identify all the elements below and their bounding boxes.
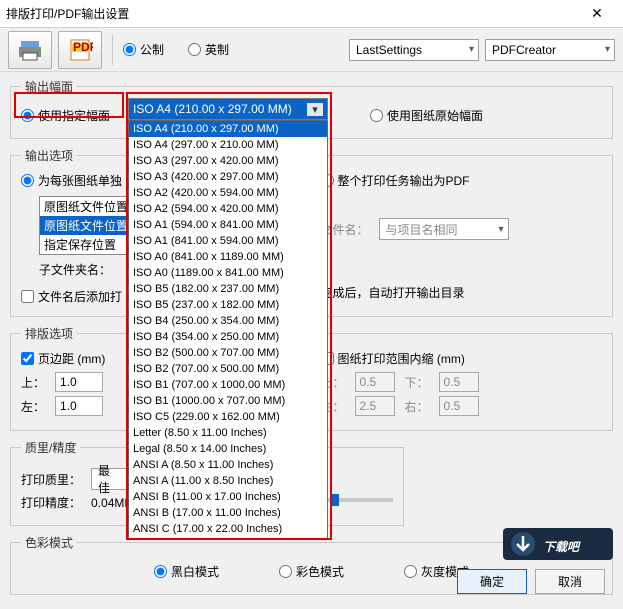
- unit-imperial-radio[interactable]: 英制: [188, 41, 229, 58]
- paper-size-option[interactable]: ISO B4 (250.00 x 354.00 MM): [129, 313, 327, 329]
- per-drawing-label: 为每张图纸单独: [38, 172, 122, 189]
- ok-button[interactable]: 确定: [457, 569, 527, 594]
- append-name-check[interactable]: 文件名后添加打: [21, 288, 122, 305]
- use-original-radio[interactable]: 使用图纸原始幅面: [370, 107, 483, 124]
- close-icon[interactable]: ✕: [577, 5, 617, 22]
- whole-task-radio[interactable]: 整个打印任务输出为PDF: [321, 172, 470, 189]
- unit-metric-label: 公制: [140, 41, 164, 58]
- r-right-label: 右：: [405, 398, 429, 415]
- print-precision-label: 打印精度：: [21, 494, 81, 511]
- print-button[interactable]: [8, 31, 52, 69]
- scale-slider[interactable]: [323, 498, 393, 502]
- paper-size-option[interactable]: ANSI C (22.00 x 17.00 Inches): [129, 537, 327, 540]
- paper-size-list[interactable]: ISO A4 (210.00 x 297.00 MM)ISO A4 (297.0…: [128, 120, 328, 540]
- paper-size-option[interactable]: ISO A2 (594.00 x 420.00 MM): [129, 201, 327, 217]
- printer-icon: [17, 38, 43, 62]
- paper-size-dropdown[interactable]: ISO A4 (210.00 x 297.00 MM) ISO A4 (210.…: [128, 98, 328, 540]
- r-right-input: [439, 396, 479, 416]
- margin-check-label: 页边距 (mm): [38, 350, 105, 367]
- paper-size-option[interactable]: ISO B1 (707.00 x 1000.00 MM): [129, 377, 327, 393]
- pdf-icon: PDF: [67, 38, 93, 62]
- color-bw-label: 黑白模式: [171, 563, 219, 580]
- color-bw-radio[interactable]: 黑白模式: [154, 563, 219, 580]
- toolbar: PDF 公制 英制 LastSettings PDFCreator: [0, 28, 623, 72]
- printer-select-value: PDFCreator: [492, 43, 556, 57]
- cancel-button[interactable]: 取消: [535, 569, 605, 594]
- pdf-button[interactable]: PDF: [58, 31, 102, 69]
- dialog-buttons: 确定 取消: [457, 569, 605, 594]
- legend-output-size: 输出幅面: [21, 78, 77, 95]
- paper-size-option[interactable]: ISO C5 (229.00 x 162.00 MM): [129, 409, 327, 425]
- append-name-label: 文件名后添加打: [38, 288, 122, 305]
- settings-select[interactable]: LastSettings: [349, 39, 479, 61]
- paper-size-option[interactable]: Letter (8.50 x 11.00 Inches): [129, 425, 327, 441]
- toolbar-divider: [112, 35, 113, 65]
- paper-size-option[interactable]: ISO B2 (500.00 x 707.00 MM): [129, 345, 327, 361]
- margin-left-label: 左：: [21, 398, 45, 415]
- color-color-radio[interactable]: 彩色模式: [279, 563, 344, 580]
- paper-size-option[interactable]: ISO A4 (210.00 x 297.00 MM): [129, 121, 327, 137]
- margin-left-input[interactable]: [55, 396, 103, 416]
- list-item[interactable]: 指定保存位置: [40, 235, 138, 254]
- paper-size-option[interactable]: ANSI B (11.00 x 17.00 Inches): [129, 489, 327, 505]
- paper-size-option[interactable]: ANSI B (17.00 x 11.00 Inches): [129, 505, 327, 521]
- print-quality-value: 最佳: [98, 462, 120, 496]
- printer-select[interactable]: PDFCreator: [485, 39, 615, 61]
- settings-select-value: LastSettings: [356, 43, 422, 57]
- range-check-label: 图纸打印范围内缩 (mm): [338, 350, 465, 367]
- save-location-listbox[interactable]: 原图纸文件位置 原图纸文件位置 指定保存位置: [39, 196, 139, 255]
- filename-select[interactable]: 与项目名相同: [379, 218, 509, 240]
- paper-size-option[interactable]: ISO A2 (420.00 x 594.00 MM): [129, 185, 327, 201]
- paper-size-option[interactable]: ISO A0 (841.00 x 1189.00 MM): [129, 249, 327, 265]
- per-drawing-radio[interactable]: 为每张图纸单独: [21, 172, 122, 189]
- paper-size-option[interactable]: ISO B2 (707.00 x 500.00 MM): [129, 361, 327, 377]
- list-item[interactable]: 原图纸文件位置: [40, 216, 138, 235]
- legend-layout: 排版选项: [21, 325, 77, 342]
- use-original-label: 使用图纸原始幅面: [387, 107, 483, 124]
- paper-size-option[interactable]: ISO A3 (420.00 x 297.00 MM): [129, 169, 327, 185]
- legend-output-options: 输出选项: [21, 147, 77, 164]
- legend-quality: 质里/精度: [21, 439, 80, 456]
- paper-size-option[interactable]: Legal (8.50 x 14.00 Inches): [129, 441, 327, 457]
- use-specified-radio[interactable]: 使用指定幅面: [21, 107, 110, 124]
- paper-size-option[interactable]: ISO A1 (594.00 x 841.00 MM): [129, 217, 327, 233]
- r-top-input: [355, 372, 395, 392]
- unit-imperial-label: 英制: [205, 41, 229, 58]
- use-specified-label: 使用指定幅面: [38, 107, 110, 124]
- paper-size-option[interactable]: ISO B1 (1000.00 x 707.00 MM): [129, 393, 327, 409]
- paper-size-option[interactable]: ISO A3 (297.00 x 420.00 MM): [129, 153, 327, 169]
- svg-text:PDF: PDF: [73, 40, 93, 54]
- paper-size-option[interactable]: ANSI A (8.50 x 11.00 Inches): [129, 457, 327, 473]
- filename-value: 与项目名相同: [386, 221, 458, 238]
- titlebar: 排版打印/PDF输出设置 ✕: [0, 0, 623, 28]
- window-title: 排版打印/PDF输出设置: [6, 5, 577, 22]
- paper-size-option[interactable]: ISO A0 (1189.00 x 841.00 MM): [129, 265, 327, 281]
- r-left-input: [355, 396, 395, 416]
- range-check[interactable]: 图纸打印范围内缩 (mm): [321, 350, 465, 367]
- paper-size-option[interactable]: ANSI A (11.00 x 8.50 Inches): [129, 473, 327, 489]
- margin-check[interactable]: 页边距 (mm): [21, 350, 105, 367]
- auto-open-label: 完成后，自动打开输出目录: [321, 286, 465, 300]
- svg-text:下载吧: 下载吧: [543, 540, 581, 554]
- whole-task-label: 整个打印任务输出为PDF: [338, 172, 470, 189]
- paper-size-option[interactable]: ANSI C (17.00 x 22.00 Inches): [129, 521, 327, 537]
- paper-size-option[interactable]: ISO A4 (297.00 x 210.00 MM): [129, 137, 327, 153]
- paper-size-option[interactable]: ISO B4 (354.00 x 250.00 MM): [129, 329, 327, 345]
- print-quality-label: 打印质里：: [21, 471, 81, 488]
- list-item[interactable]: 原图纸文件位置: [40, 197, 138, 216]
- paper-size-option[interactable]: ISO B5 (237.00 x 182.00 MM): [129, 297, 327, 313]
- watermark-logo: 下载吧: [503, 522, 613, 566]
- paper-size-option[interactable]: ISO A1 (841.00 x 594.00 MM): [129, 233, 327, 249]
- subfolder-label: 子文件夹名：: [39, 261, 111, 278]
- r-bottom-label: 下：: [405, 374, 429, 391]
- color-color-label: 彩色模式: [296, 563, 344, 580]
- paper-size-selected: ISO A4 (210.00 x 297.00 MM): [133, 102, 292, 116]
- legend-color: 色彩模式: [21, 534, 77, 551]
- margin-top-input[interactable]: [55, 372, 103, 392]
- unit-metric-radio[interactable]: 公制: [123, 41, 164, 58]
- margin-top-label: 上：: [21, 374, 45, 391]
- r-bottom-input: [439, 372, 479, 392]
- paper-size-option[interactable]: ISO B5 (182.00 x 237.00 MM): [129, 281, 327, 297]
